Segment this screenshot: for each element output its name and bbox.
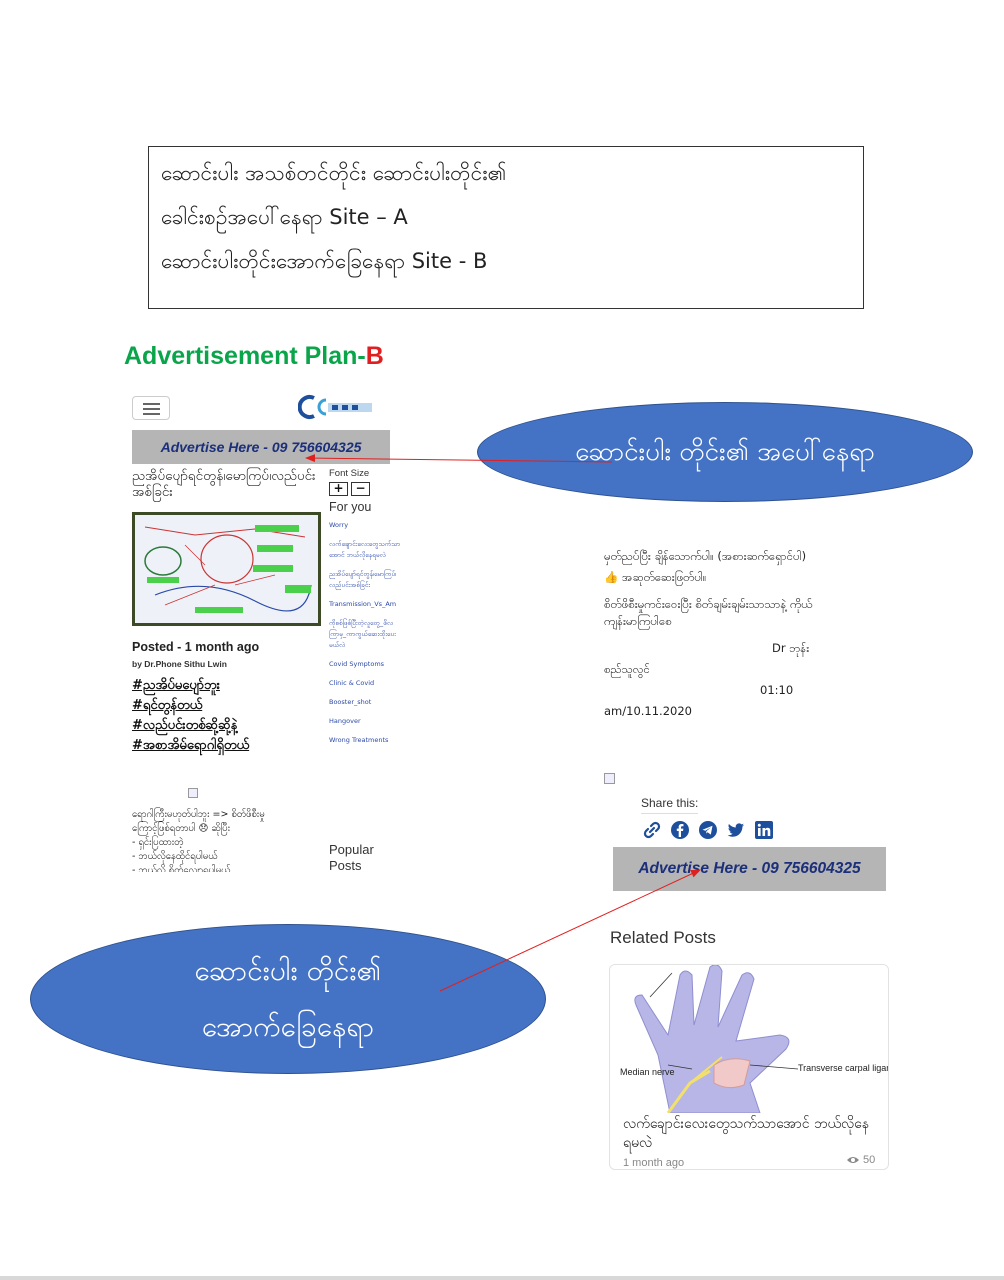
article-ending: မှတ်ညပ်ပြီး ချိန်သောက်ပါ။ (အစားဆက်ရှောင်… [604,548,814,724]
eye-icon [847,1157,859,1163]
post-time: 01:10 [760,683,794,697]
link-icon[interactable] [642,820,662,840]
hashtag-link[interactable]: #ရင်တွန်တယ် [132,696,249,716]
callout-site-a-text: ဆောင်းပါး တိုင်း၏ အပေါ်နေရာ [575,437,875,467]
paragraph: မှတ်ညပ်ပြီး ချိန်သောက်ပါ။ (အစားဆက်ရှောင်… [604,549,807,563]
related-post-title[interactable]: လက်ချောင်းလေးတွေသက်သာအောင် ဘယ်လိုနေရမလဲ [623,1115,873,1153]
sidebar-link[interactable]: Clinic & Covid [329,678,403,689]
sidebar-link[interactable]: လက်ချောင်းလေးတွေသက်သာအောင် ဘယ်လိုနေရမလဲ [329,539,403,561]
intro-line-1: ဆောင်းပါး အသစ်တင်တိုင်း ဆောင်းပါးတိုင်း၏ [161,161,507,185]
sidebar-link[interactable]: Worry [329,520,403,531]
ad-banner-site-b[interactable]: Advertise Here - 09 756604325 [613,847,886,891]
twitter-icon[interactable] [726,820,746,840]
for-you-heading: For you [329,500,372,514]
linkedin-icon[interactable] [754,820,774,840]
callout-site-a: ဆောင်းပါး တိုင်း၏ အပေါ်နေရာ [477,402,973,502]
intro-box: ဆောင်းပါး အသစ်တင်တိုင်း ဆောင်းပါးတိုင်း၏… [148,146,864,309]
hashtag-link[interactable]: #လည်ပင်းတစ်ဆို့ဆို့နဲ့ [132,716,249,736]
body-line: - ဘယ်လို စိတ်လျှော့ရပါမယ် [132,865,231,872]
page-bottom-rule [0,1276,1004,1280]
signature-line-2: စည်သူလွင် [604,662,650,676]
facebook-icon[interactable] [670,820,690,840]
body-line: - ရှင်းပြထားတဲ့ [132,837,184,848]
font-increase-button[interactable]: + [329,482,348,496]
broken-image-icon [188,788,198,798]
plan-title: Advertisement Plan-B [124,342,384,371]
median-nerve-label: Median nerve [620,1067,675,1077]
sidebar-link[interactable]: ညအိပ်ပျော်ရင်တွန်၊မောကြပ်၊လည်ပင်းအစ်ခြင်… [329,569,403,591]
article-title[interactable]: ညအိပ်ပျော်ရင်တွန်၊မောကြပ်၊လည်ပင်းအစ်ခြင်… [132,468,322,500]
for-you-list: Worry လက်ချောင်းလေးတွေသက်သာအောင် ဘယ်လိုန… [329,520,403,746]
body-line: - ဘယ်လိုနေထိုင်ရပါမယ် [132,851,218,862]
intro-line-2: ခေါင်းစဥ်အပေါ်နေရာ Site – A [161,205,408,229]
callout-site-b: ဆောင်းပါး တိုင်း၏ အောက်ခြေနေရာ [30,924,546,1074]
popular-posts-heading: Popular Posts [329,842,374,872]
share-label: Share this: [641,796,699,814]
related-posts-heading: Related Posts [610,928,716,947]
sidebar: Font Size + − For you Worry လက်ချောင်းလေ… [329,468,403,754]
article-thumbnail[interactable] [132,512,321,626]
related-post-card[interactable]: Median nerve Transverse carpal ligament … [609,964,889,1170]
plan-title-suffix: B [365,342,384,370]
article-body: ရောဂါကြီးမဟုတ်ပါဘူး => စိတ်ဖိစီးမှု ကြော… [132,808,320,872]
related-post-date: 1 month ago [623,1157,685,1169]
sidebar-link[interactable]: Transmission_Vs_Am [329,599,403,610]
callout-site-b-line-2: အောက်ခြေနေရာ [201,1010,375,1043]
share-icons [642,820,774,840]
intro-line-3: ဆောင်းပါးတိုင်းအောက်ခြေနေရာ Site - B [161,249,488,273]
left-screenshot: Advertise Here - 09 756604325 ညအိပ်ပျော်… [126,388,404,872]
broken-image-icon [604,773,615,784]
site-logo [298,395,372,419]
sidebar-link[interactable]: Wrong Treatments [329,735,403,746]
font-size-label: Font Size [329,468,370,479]
right-screenshot: မှတ်ညပ်ပြီး ချိန်သောက်ပါ။ (အစားဆက်ရှောင်… [598,520,898,1170]
sidebar-link[interactable]: Covid Symptoms [329,659,403,670]
view-count: 50 [846,1154,875,1166]
menu-icon[interactable] [132,396,170,420]
font-size-controls: + − [329,482,403,496]
ad-banner-site-a[interactable]: Advertise Here - 09 756604325 [132,430,390,464]
signature: Dr ဘုန်း [772,641,810,655]
paragraph: 👍 အဆုတ်ဆေးဖြတ်ပါ။ [604,570,707,584]
sidebar-link[interactable]: ကိုစစ်ဖြစ်ပြီးတဲ့လူတွေ_ဖိလကြာမှ_ကာကွယ်ဆေ… [329,618,403,651]
hashtag-list: #ညအိပ်မပျော်ဘူး #ရင်တွန်တယ် #လည်ပင်းတစ်ဆ… [132,676,249,756]
hand-anatomy-image: Median nerve Transverse carpal ligament [610,965,889,1113]
posted-date: Posted - 1 month ago [132,640,260,654]
body-line: ကြောင့်ဖြစ်ရတာပါ 😞 ဆိုပြီး [132,823,231,834]
callout-site-b-line-1: ဆောင်းပါး တိုင်း၏ [194,954,382,987]
sidebar-link[interactable]: Booster_shot [329,697,403,708]
font-decrease-button[interactable]: − [351,482,370,496]
paragraph: စိတ်ဖိစီးမှုကင်းဝေးပြီး စိတ်ချမ်းချမ်းသာ… [604,597,813,628]
byline: by Dr.Phone Sithu Lwin [132,659,227,669]
sidebar-link[interactable]: Hangover [329,716,403,727]
transverse-ligament-label: Transverse carpal ligament [798,1063,889,1073]
telegram-icon[interactable] [698,820,718,840]
hashtag-link[interactable]: #ညအိပ်မပျော်ဘူး [132,676,249,696]
hashtag-link[interactable]: #အစာအိမ်ရောဂါရှိတယ် [132,736,249,756]
post-date: am/10.11.2020 [604,704,692,718]
plan-title-main: Advertisement Plan- [124,342,366,370]
body-line: ရောဂါကြီးမဟုတ်ပါဘူး => စိတ်ဖိစီးမှု [132,809,265,820]
infographic-image [135,515,318,623]
view-count-value: 50 [863,1154,876,1166]
